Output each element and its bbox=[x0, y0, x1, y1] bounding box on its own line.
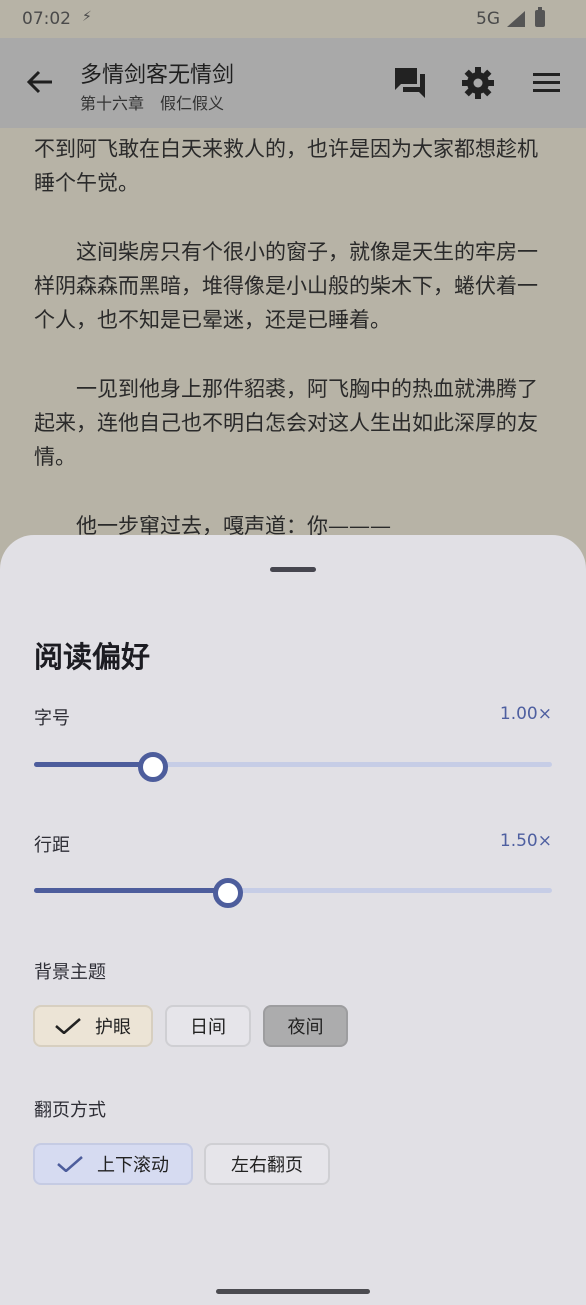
reading-preferences-sheet: 阅读偏好 字号 1.00× 行距 1.50× 背景主题 护眼 日间 夜间 翻页方… bbox=[0, 535, 586, 1305]
sheet-title: 阅读偏好 bbox=[34, 640, 151, 674]
paragraph: 一见到他身上那件貂裘，阿飞胸中的热血就沸腾了起来，连他自己也不明白怎会对这人生出… bbox=[34, 377, 538, 469]
paragraph: 这间柴房只有个很小的窗子，就像是天生的牢房一样阴森森而黑暗，堆得像是小山般的柴木… bbox=[34, 240, 538, 332]
line-spacing-slider-fill bbox=[34, 888, 228, 893]
font-size-value: 1.00× bbox=[499, 704, 552, 724]
top-app-bar: 多情剑客无情剑 第十六章 假仁假义 bbox=[0, 38, 586, 128]
chip-label: 护眼 bbox=[95, 1017, 131, 1038]
chapter-text: 不到阿飞敢在白天来救人的，也许是因为大家都想趁机睡个午觉。 这间柴房只有个很小的… bbox=[34, 128, 554, 578]
page-turn-chip-horizontal[interactable]: 左右翻页 bbox=[204, 1143, 330, 1185]
notification-icon: ⚡ bbox=[82, 9, 92, 25]
paragraph: 不到阿飞敢在白天来救人的，也许是因为大家都想趁机睡个午觉。 bbox=[34, 137, 538, 195]
status-time: 07:02 bbox=[22, 9, 71, 29]
line-spacing-value: 1.50× bbox=[499, 831, 552, 851]
chip-label: 左右翻页 bbox=[231, 1155, 303, 1176]
network-type: 5G bbox=[476, 9, 500, 29]
page-turn-label: 翻页方式 bbox=[34, 1100, 106, 1121]
theme-chip-eye-care[interactable]: 护眼 bbox=[33, 1005, 153, 1047]
theme-chip-night[interactable]: 夜间 bbox=[263, 1005, 348, 1047]
font-size-slider-fill bbox=[34, 762, 153, 767]
line-spacing-slider-thumb[interactable] bbox=[213, 878, 243, 908]
font-size-slider[interactable] bbox=[34, 762, 552, 767]
chip-label: 日间 bbox=[190, 1017, 226, 1038]
check-icon bbox=[55, 1018, 81, 1034]
comments-icon[interactable] bbox=[393, 66, 427, 100]
signal-icon bbox=[507, 11, 525, 27]
page-turn-chip-scroll[interactable]: 上下滚动 bbox=[33, 1143, 193, 1185]
settings-gear-icon[interactable] bbox=[461, 66, 495, 100]
font-size-slider-thumb[interactable] bbox=[138, 752, 168, 782]
font-size-label: 字号 bbox=[34, 708, 70, 729]
book-title: 多情剑客无情剑 bbox=[80, 63, 235, 88]
check-icon bbox=[57, 1156, 83, 1172]
home-indicator[interactable] bbox=[216, 1289, 370, 1294]
line-spacing-label: 行距 bbox=[34, 835, 70, 856]
line-spacing-slider[interactable] bbox=[34, 888, 552, 893]
theme-chip-day[interactable]: 日间 bbox=[165, 1005, 251, 1047]
status-bar: 07:02 ⚡ 5G bbox=[0, 0, 586, 38]
chip-label: 上下滚动 bbox=[97, 1155, 169, 1176]
arrow-back-icon[interactable] bbox=[26, 68, 54, 96]
drag-handle[interactable] bbox=[270, 567, 316, 572]
theme-label: 背景主题 bbox=[34, 962, 106, 983]
menu-icon[interactable] bbox=[530, 66, 564, 100]
chip-label: 夜间 bbox=[287, 1017, 324, 1038]
battery-icon bbox=[535, 7, 545, 27]
chapter-title: 第十六章 假仁假义 bbox=[80, 94, 225, 113]
